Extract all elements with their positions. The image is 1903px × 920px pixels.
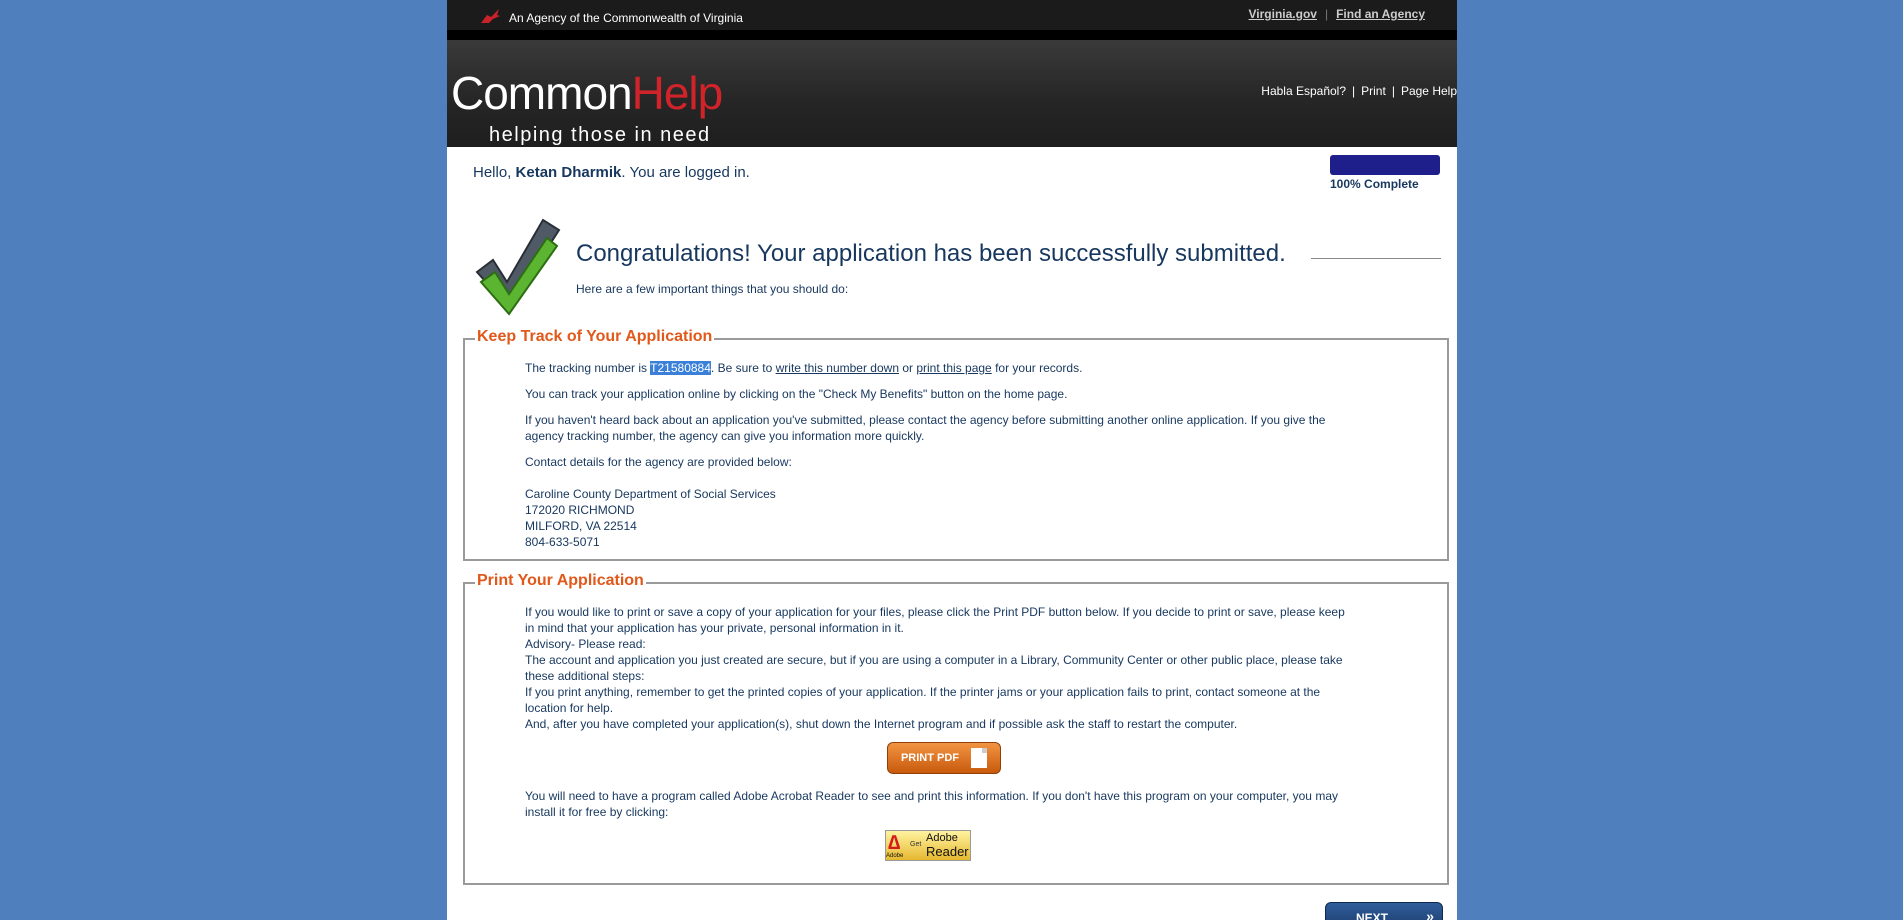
progress-bar xyxy=(1330,155,1440,175)
adobe-small-label: Adobe xyxy=(886,853,904,859)
adobe-reader-label: Reader xyxy=(926,844,969,859)
tracking-paragraph: The tracking number is T21580884. Be sur… xyxy=(525,360,1345,376)
print-pdf-button[interactable]: PRINT PDF xyxy=(887,742,1001,774)
print-application-legend: Print Your Application xyxy=(475,572,646,590)
adobe-get-label: Get xyxy=(910,841,922,848)
heading-rule xyxy=(1311,258,1441,259)
advisory-secure: The account and application you just cre… xyxy=(525,653,1343,683)
greeting-suffix: . You are logged in. xyxy=(621,164,750,181)
greeting: Hello, Ketan Dharmik. You are logged in. xyxy=(473,164,750,181)
agency-street: 172020 RICHMOND xyxy=(525,503,635,517)
get-adobe-reader-button[interactable]: ∆ Adobe Get Adobe Reader xyxy=(885,830,971,861)
check-benefits-paragraph: You can track your application online by… xyxy=(525,387,1068,401)
header-links: Habla Español? | Print | Page Help xyxy=(1261,84,1457,98)
tracking-prefix: The tracking number is xyxy=(525,361,651,375)
print-instructions: If you would like to print or save a cop… xyxy=(525,605,1345,635)
checkmark-icon xyxy=(471,216,561,321)
progress-indicator: 100% Complete xyxy=(1330,155,1440,191)
contact-details-intro: Contact details for the agency are provi… xyxy=(525,455,792,469)
separator: | xyxy=(1324,7,1329,21)
tracking-suffix: for your records. xyxy=(991,361,1083,375)
progress-label: 100% Complete xyxy=(1330,177,1419,191)
tracking-or: or xyxy=(899,361,917,375)
page-help-link[interactable]: Page Help xyxy=(1401,84,1457,98)
virginia-seal-icon xyxy=(479,7,501,28)
congrats-heading: Congratulations! Your application has be… xyxy=(576,240,1286,267)
find-agency-link[interactable]: Find an Agency xyxy=(1336,7,1425,21)
separator: | xyxy=(1352,84,1356,98)
tracking-number[interactable]: T21580884 xyxy=(650,361,711,375)
topbar-links: Virginia.gov | Find an Agency xyxy=(1249,7,1426,21)
logo-common: Common xyxy=(451,67,633,119)
keep-track-section: Keep Track of Your Application The track… xyxy=(463,328,1449,561)
logo-tagline: helping those in need xyxy=(489,124,711,146)
write-number-link[interactable]: write this number down xyxy=(776,361,899,375)
keep-track-legend: Keep Track of Your Application xyxy=(475,328,715,346)
print-page-link[interactable]: print this page xyxy=(916,361,991,375)
advisory-shutdown: And, after you have completed your appli… xyxy=(525,717,1238,731)
next-button[interactable]: NEXT » xyxy=(1325,902,1443,920)
separator: | xyxy=(1391,84,1395,98)
adobe-brand-label: Adobe xyxy=(926,832,958,844)
tracking-mid: . Be sure to xyxy=(710,361,776,375)
agency-phone: 804-633-5071 xyxy=(525,535,600,549)
page: An Agency of the Commonwealth of Virgini… xyxy=(447,0,1457,920)
double-chevron-right-icon: » xyxy=(1426,908,1434,920)
virginia-gov-link[interactable]: Virginia.gov xyxy=(1249,7,1317,21)
logo-help: Help xyxy=(631,67,724,119)
print-pdf-label: PRINT PDF xyxy=(900,752,960,764)
print-application-section: Print Your Application If you would like… xyxy=(463,572,1449,885)
next-label: NEXT xyxy=(1356,911,1389,920)
greeting-hello: Hello, xyxy=(473,164,516,181)
print-link[interactable]: Print xyxy=(1361,84,1386,98)
site-header: CommonHelp helping those in need Habla E… xyxy=(447,30,1457,147)
document-icon xyxy=(971,748,988,768)
contact-agency-paragraph: If you haven't heard back about an appli… xyxy=(525,413,1326,443)
agency-text: An Agency of the Commonwealth of Virgini… xyxy=(509,10,743,25)
print-content: If you would like to print or save a cop… xyxy=(525,604,1345,732)
commonhelp-logo[interactable]: CommonHelp helping those in need xyxy=(451,66,724,146)
agency-name: Caroline County Department of Social Ser… xyxy=(525,487,776,501)
habla-espanol-link[interactable]: Habla Español? xyxy=(1261,84,1346,98)
agency-banner: An Agency of the Commonwealth of Virgini… xyxy=(479,7,743,28)
agency-city: MILFORD, VA 22514 xyxy=(525,519,637,533)
keep-track-content: The tracking number is T21580884. Be sur… xyxy=(525,360,1345,550)
advisory-printer: If you print anything, remember to get t… xyxy=(525,685,1321,715)
congrats-subtitle: Here are a few important things that you… xyxy=(576,282,849,296)
adobe-note: You will need to have a program called A… xyxy=(525,789,1338,819)
top-bar: An Agency of the Commonwealth of Virgini… xyxy=(447,0,1457,30)
advisory-heading: Advisory- Please read: xyxy=(525,637,646,651)
user-name: Ketan Dharmik xyxy=(515,164,622,181)
adobe-logo-icon: ∆ xyxy=(888,832,901,854)
